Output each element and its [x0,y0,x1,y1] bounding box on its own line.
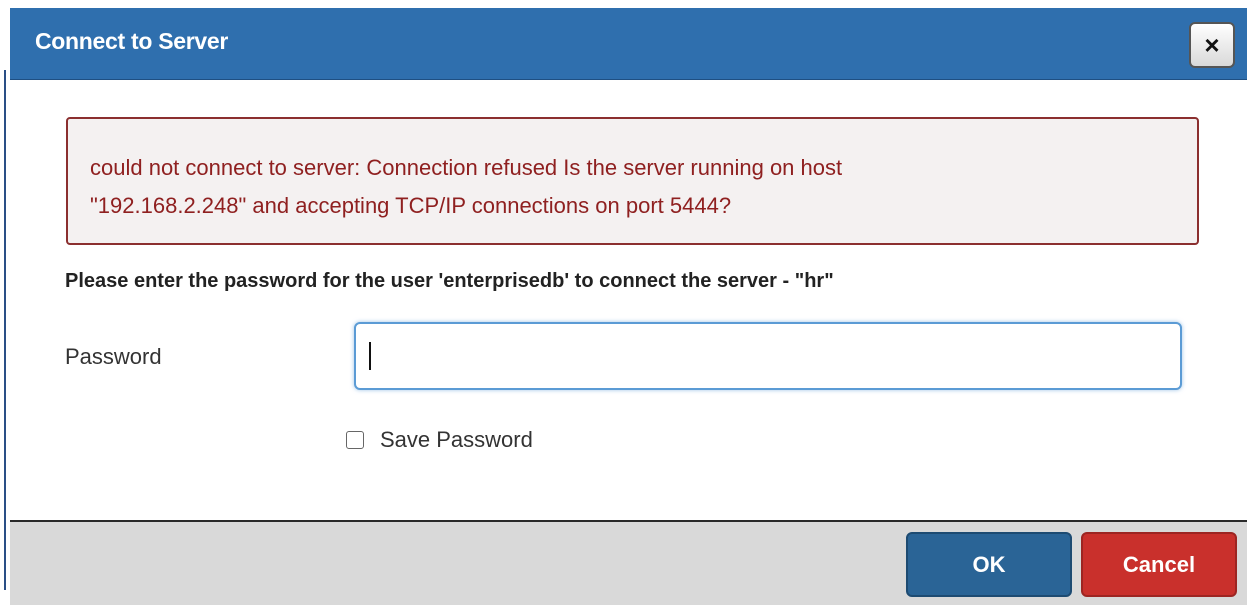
dialog-title: Connect to Server [35,28,229,54]
error-message-line-2: "192.168.2.248" and accepting TCP/IP con… [90,193,732,218]
save-password-label[interactable]: Save Password [380,427,533,453]
window-edge [0,0,8,605]
error-message-line-1: could not connect to server: Connection … [90,155,843,180]
save-password-checkbox[interactable] [346,431,364,449]
text-cursor [369,342,371,370]
dialog-footer: OK Cancel [10,520,1247,605]
cancel-button[interactable]: Cancel [1081,532,1237,597]
error-alert: could not connect to server: Connection … [66,117,1199,245]
password-prompt: Please enter the password for the user '… [65,270,834,292]
window-edge-line [4,70,6,590]
save-password-row[interactable]: Save Password [346,427,533,453]
close-button[interactable]: × [1189,22,1235,68]
connect-dialog: Connect to Server × could not connect to… [0,0,1247,605]
ok-button[interactable]: OK [906,532,1072,597]
password-label: Password [65,344,162,369]
password-input[interactable] [354,322,1182,390]
dialog-body: could not connect to server: Connection … [10,80,1247,520]
dialog-titlebar[interactable]: Connect to Server × [10,8,1247,80]
close-icon: × [1204,29,1220,60]
